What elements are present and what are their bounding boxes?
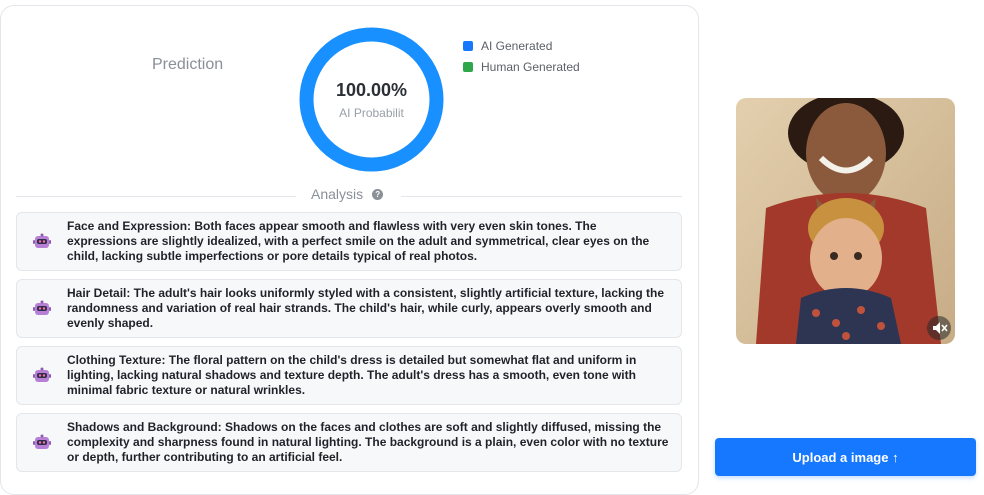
analysis-item: Clothing Texture: The floral pattern on …	[16, 346, 682, 405]
legend: AI Generated Human Generated	[463, 35, 580, 77]
robot-icon	[33, 233, 51, 248]
analysis-item: Face and Expression: Both faces appear s…	[16, 212, 682, 271]
question-circle-icon[interactable]: ?	[372, 188, 384, 200]
human-swatch	[463, 61, 473, 72]
legend-item-ai[interactable]: AI Generated	[463, 35, 580, 56]
probability-value: 100.00%	[335, 80, 408, 100]
analysis-text: Shadows and Background: Shadows on the f…	[67, 420, 669, 464]
analysis-text: Face and Expression: Both faces appear s…	[67, 219, 650, 263]
analysis-title-text: Analysis	[311, 186, 364, 202]
robot-icon	[33, 434, 51, 449]
analysis-title: Analysis ?	[311, 186, 384, 202]
robot-icon	[33, 300, 51, 315]
legend-label-human: Human Generated	[481, 59, 580, 74]
divider-right	[401, 196, 682, 197]
analysis-divider: Analysis ?	[16, 186, 682, 204]
analysis-item: Hair Detail: The adult's hair looks unif…	[16, 279, 682, 338]
uploaded-image-preview[interactable]	[736, 98, 955, 344]
divider-left	[16, 196, 296, 197]
mute-icon[interactable]	[927, 316, 951, 340]
probability-caption: AI Probabilit	[339, 106, 404, 120]
preview-photo	[736, 98, 955, 344]
prediction-label: Prediction	[152, 56, 224, 73]
ai-swatch	[463, 40, 473, 51]
legend-item-human[interactable]: Human Generated	[463, 56, 580, 77]
upload-image-button[interactable]: Upload a image ↑	[715, 438, 976, 476]
analysis-text: Clothing Texture: The floral pattern on …	[67, 353, 637, 397]
legend-label-ai: AI Generated	[481, 38, 553, 53]
analysis-text: Hair Detail: The adult's hair looks unif…	[67, 286, 664, 330]
robot-icon	[33, 367, 51, 382]
analysis-list: Face and Expression: Both faces appear s…	[16, 212, 682, 480]
analysis-item: Shadows and Background: Shadows on the f…	[16, 413, 682, 472]
